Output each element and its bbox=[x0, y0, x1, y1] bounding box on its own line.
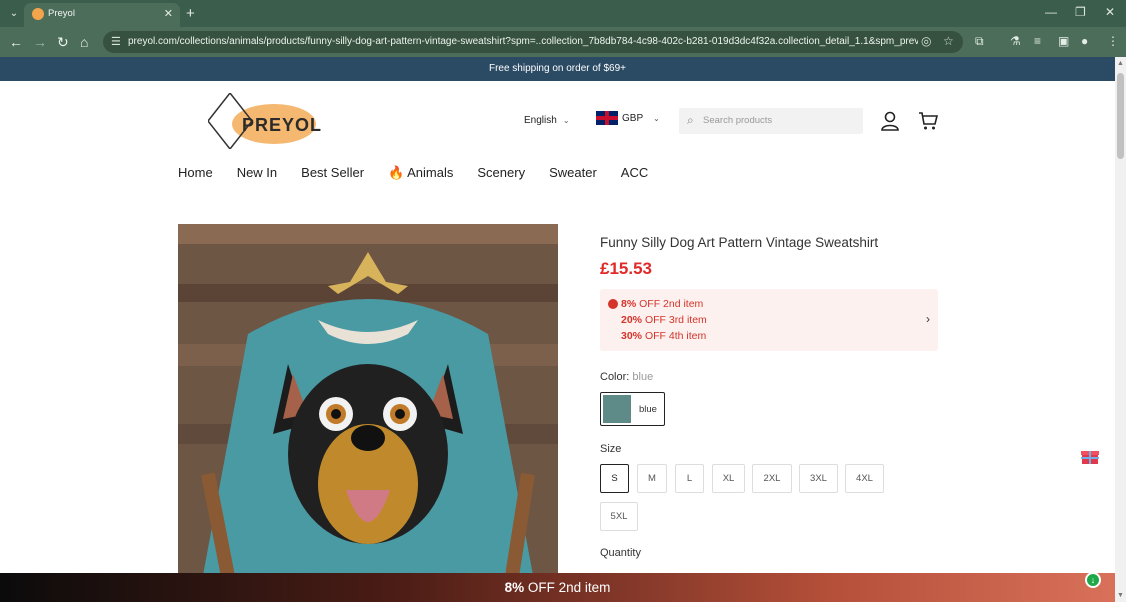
nav-sweater[interactable]: Sweater bbox=[549, 165, 597, 181]
labs-icon[interactable]: ⚗ bbox=[1010, 34, 1021, 48]
address-bar[interactable]: ☰ preyol.com/collections/animals/product… bbox=[103, 31, 963, 53]
search-icon: ⌕ bbox=[687, 113, 694, 127]
color-label: Color: blue bbox=[600, 371, 654, 383]
promo-line: 20% OFF 3rd item bbox=[621, 314, 707, 326]
floating-badge-icon[interactable]: ↓ bbox=[1085, 572, 1101, 588]
promo-badge-icon bbox=[608, 299, 618, 309]
gift-icon[interactable] bbox=[1081, 447, 1099, 465]
logo-text: PREYOL bbox=[242, 115, 322, 135]
restore-icon[interactable]: ❐ bbox=[1075, 5, 1086, 19]
size-label: Size bbox=[600, 443, 622, 455]
page-viewport: Free shipping on order of $69+ PREYOL En… bbox=[0, 57, 1115, 602]
promo-line: 30% OFF 4th item bbox=[621, 330, 707, 342]
banner-percent: 8% bbox=[504, 580, 525, 595]
nav-acc[interactable]: ACC bbox=[621, 165, 648, 181]
size-option-5xl[interactable]: 5XL bbox=[600, 502, 638, 531]
swatch-thumbnail bbox=[603, 395, 631, 423]
bookmark-star-icon[interactable]: ☆ bbox=[943, 34, 954, 48]
close-window-icon[interactable]: ✕ bbox=[1105, 5, 1115, 19]
fire-icon: 🔥 bbox=[388, 165, 405, 180]
size-option-l[interactable]: L bbox=[675, 464, 704, 493]
account-icon[interactable] bbox=[880, 111, 900, 131]
size-option-m[interactable]: M bbox=[637, 464, 667, 493]
search-box[interactable]: ⌕ Search products bbox=[679, 108, 863, 134]
main-navigation: Home New In Best Seller 🔥 Animals Scener… bbox=[178, 165, 648, 181]
chevron-down-icon: ⌄ bbox=[653, 113, 660, 123]
side-panel-icon[interactable]: ▣ bbox=[1058, 34, 1069, 48]
site-favicon-icon bbox=[32, 8, 44, 20]
promotion-panel[interactable]: 8% OFF 2nd item 20% OFF 3rd item 30% OFF… bbox=[600, 289, 938, 351]
menu-icon[interactable]: ⋮ bbox=[1107, 34, 1119, 48]
forward-icon[interactable]: → bbox=[33, 34, 47, 50]
eye-off-icon[interactable]: ◎ bbox=[921, 34, 931, 48]
product-title: Funny Silly Dog Art Pattern Vintage Swea… bbox=[600, 235, 879, 250]
extensions-icon[interactable]: ⧉ bbox=[975, 34, 984, 49]
nav-animals[interactable]: 🔥 Animals bbox=[388, 165, 453, 181]
promo-line: 8% OFF 2nd item bbox=[621, 298, 704, 310]
site-info-icon[interactable]: ☰ bbox=[111, 35, 121, 48]
profile-icon[interactable]: ● bbox=[1081, 34, 1088, 48]
size-option-3xl[interactable]: 3XL bbox=[799, 464, 838, 493]
site-logo[interactable]: PREYOL bbox=[207, 91, 332, 151]
chevron-right-icon: › bbox=[926, 312, 930, 326]
browser-tab[interactable]: Preyol ✕ bbox=[24, 3, 180, 27]
size-option-4xl[interactable]: 4XL bbox=[845, 464, 884, 493]
tab-title: Preyol bbox=[48, 8, 75, 19]
color-swatch-blue[interactable]: blue bbox=[600, 392, 665, 426]
announcement-bar: Free shipping on order of $69+ bbox=[0, 57, 1115, 81]
banner-text: OFF 2nd item bbox=[527, 580, 611, 595]
quantity-label: Quantity bbox=[600, 547, 641, 559]
scroll-up-icon[interactable]: ▲ bbox=[1117, 60, 1124, 67]
chevron-down-icon: ⌄ bbox=[562, 116, 570, 125]
size-option-xl[interactable]: XL bbox=[712, 464, 745, 493]
size-option-2xl[interactable]: 2XL bbox=[752, 464, 792, 493]
cart-icon[interactable] bbox=[918, 111, 938, 131]
nav-new-in[interactable]: New In bbox=[237, 165, 277, 181]
nav-scenery[interactable]: Scenery bbox=[477, 165, 525, 181]
home-icon[interactable]: ⌂ bbox=[80, 34, 88, 50]
browser-toolbar: ← → ↻ ⌂ ☰ preyol.com/collections/animals… bbox=[0, 27, 1126, 57]
product-price: £15.53 bbox=[600, 259, 652, 278]
size-option-s[interactable]: S bbox=[600, 464, 629, 493]
back-icon[interactable]: ← bbox=[9, 34, 23, 50]
uk-flag-icon bbox=[596, 111, 618, 125]
search-placeholder: Search products bbox=[703, 115, 773, 126]
language-value: English bbox=[524, 115, 557, 126]
scroll-thumb[interactable] bbox=[1117, 73, 1124, 159]
nav-home[interactable]: Home bbox=[178, 165, 213, 181]
browser-tab-strip: ⌄ Preyol ✕ + — ❐ ✕ bbox=[0, 0, 1126, 27]
currency-selector[interactable]: GBP ⌄ bbox=[596, 111, 660, 125]
url-text: preyol.com/collections/animals/products/… bbox=[128, 36, 918, 47]
reload-icon[interactable]: ↻ bbox=[57, 34, 69, 50]
language-selector[interactable]: English ⌄ bbox=[524, 115, 570, 126]
nav-animals-label: Animals bbox=[407, 165, 454, 180]
tab-search-icon[interactable]: ⌄ bbox=[6, 6, 22, 22]
product-image[interactable] bbox=[178, 224, 558, 602]
new-tab-icon[interactable]: + bbox=[186, 5, 195, 22]
currency-value: GBP bbox=[622, 112, 644, 124]
nav-best-seller[interactable]: Best Seller bbox=[301, 165, 364, 181]
bottom-promo-banner[interactable]: 8% OFF 2nd item bbox=[0, 573, 1115, 602]
close-tab-icon[interactable]: ✕ bbox=[164, 7, 173, 20]
scroll-down-icon[interactable]: ▼ bbox=[1117, 592, 1124, 599]
page-scrollbar[interactable]: ▲ ▼ bbox=[1115, 57, 1126, 602]
swatch-label: blue bbox=[639, 404, 657, 415]
media-icon[interactable]: ≡ bbox=[1034, 34, 1041, 48]
minimize-icon[interactable]: — bbox=[1045, 5, 1057, 19]
